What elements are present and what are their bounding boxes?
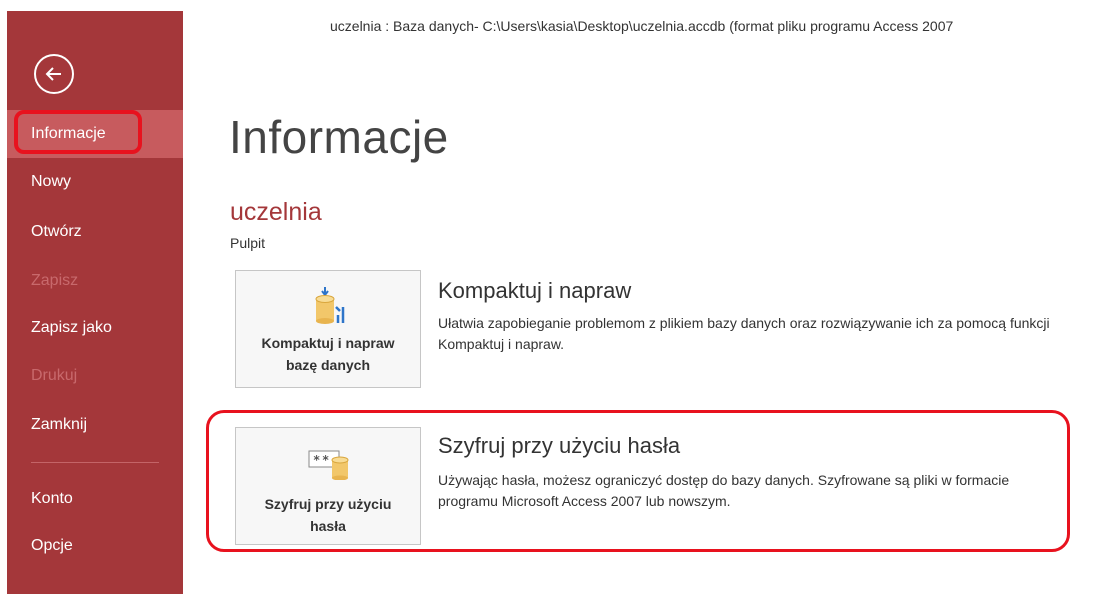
compact-repair-label-line2: bazę danych [285, 357, 371, 373]
sidebar-item-zapisz-jako[interactable]: Zapisz jako [7, 304, 183, 352]
annotation-highlight-encrypt [206, 410, 1070, 552]
database-location: Pulpit [230, 235, 266, 251]
sidebar-item-drukuj: Drukuj [31, 367, 78, 384]
compact-repair-description: Ułatwia zapobieganie problemom z plikiem… [438, 315, 1050, 352]
back-button[interactable] [34, 54, 74, 94]
backstage-sidebar: Informacje Nowy Otwórz Zapisz Zapisz jak… [7, 11, 183, 594]
sidebar-separator [31, 462, 159, 463]
sidebar-item-otworz[interactable]: Otwórz [7, 208, 183, 256]
compact-repair-title: Kompaktuj i napraw [438, 278, 632, 303]
sidebar-item-nowy[interactable]: Nowy [7, 158, 183, 206]
sidebar-item-konto[interactable]: Konto [7, 475, 183, 523]
page-title: Informacje [229, 111, 449, 163]
annotation-highlight-informacje [14, 110, 142, 154]
back-arrow-icon [45, 67, 61, 81]
window-title: uczelnia : Baza danych- C:\Users\kasia\D… [330, 18, 954, 34]
sidebar-item-zapisz: Zapisz [31, 272, 79, 289]
sidebar-item-zamknij[interactable]: Zamknij [7, 401, 183, 449]
database-name: uczelnia [230, 198, 322, 226]
sidebar-item-opcje[interactable]: Opcje [7, 522, 183, 570]
compact-repair-button[interactable]: Kompaktuj i napraw bazę danych [235, 270, 421, 388]
compact-repair-database-icon [315, 287, 345, 324]
compact-repair-label-line1: Kompaktuj i napraw [261, 335, 395, 351]
